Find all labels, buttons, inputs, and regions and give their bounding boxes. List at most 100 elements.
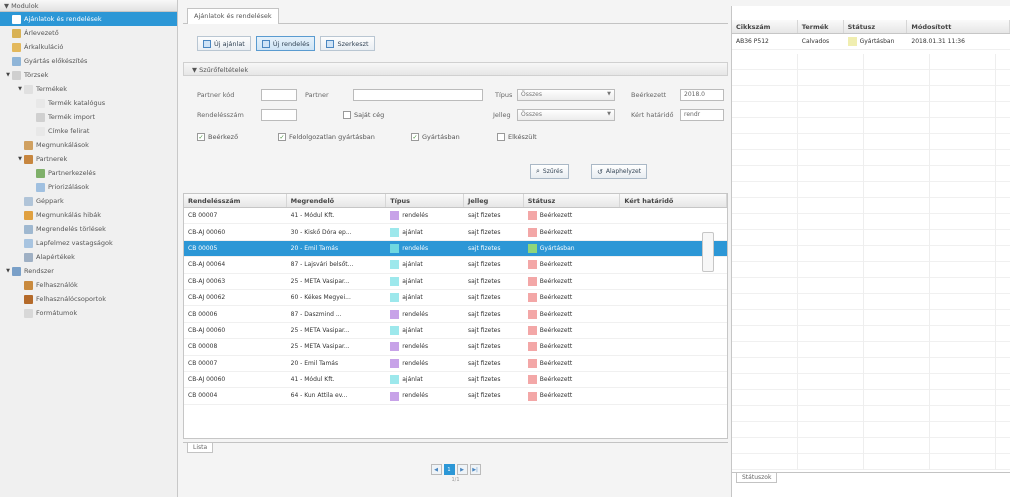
sidebar-item[interactable]: Ajánlatok és rendelések [0,12,177,26]
status-column-header[interactable]: Státusz [844,20,908,33]
new-order-button[interactable]: Új rendelés [255,36,316,51]
sidebar-item[interactable]: Megmunkálások [0,138,177,152]
table-row[interactable]: CB 00007 20 - Emil Tamás rendelés sajt fize… [184,356,727,372]
table-row[interactable]: CB 00006 87 - Daszmind ... rendelés sajt fi… [184,306,727,323]
sidebar-item-label: Termékek [36,85,68,93]
sidebar-item[interactable]: Termék katalógus [0,96,177,110]
sidebar-item[interactable]: Megmunkálás hibák [0,208,177,222]
in-production-checkbox-box: ✓ [278,133,286,141]
status-column-header[interactable]: Cikkszám [732,20,798,33]
status-color-swatch [527,375,537,385]
table-row[interactable]: CB-AJ 00063 25 - META Vasipar... ajánlat sa… [184,274,727,290]
price-icon [12,28,21,38]
current-page-button[interactable]: 1 [443,464,455,475]
expand-toggle-icon[interactable]: ▼ [16,156,24,162]
type-label: rendelés [402,310,429,318]
column-header[interactable]: Jelleg [464,194,524,207]
table-row[interactable]: CB-AJ 00060 25 - META Vasipar... ajánlat sa… [184,323,727,340]
produced-checkbox[interactable]: ✓ Gyártásban [411,133,460,141]
closed-checkbox[interactable]: Elkészült [497,133,537,141]
panel-splitter[interactable] [702,232,714,272]
tab-list[interactable]: Lista [187,443,214,453]
status-table-row[interactable]: AB36 P512 Calvados Gyártásban 2018.01.31 11… [732,34,1010,51]
nature-select-value: Összes [521,111,542,118]
type-select[interactable]: Összes ▼ [517,89,615,101]
sidebar-item[interactable]: Árlevezető [0,26,177,40]
sidebar-item[interactable]: Megrendelés törlések [0,222,177,236]
product-cell: Calvados [801,38,830,46]
table-row[interactable]: CB 00008 25 - META Vasipar... rendelés sajt… [184,339,727,356]
sidebar-item[interactable]: Lapfelmez vastagságok [0,236,177,250]
sidebar-item[interactable]: Termék import [0,110,177,124]
expand-toggle-icon[interactable]: ▼ [4,72,12,78]
nature-select[interactable]: Összes ▼ [517,109,615,121]
catalog-icon [36,98,45,108]
type-color-swatch [390,358,400,368]
table-row[interactable]: CB 00007 41 - Módul Kft. rendelés sajt fize… [184,208,727,225]
reset-button[interactable]: ↺ Alaphelyzet [591,164,648,179]
binoculars-icon: ⌕ [536,167,540,175]
table-row[interactable]: CB-AJ 00064 87 - Lajsvári belsőt... ajánla… [184,257,727,274]
pagination: ◀ 1 ▶ ▶| [183,464,728,475]
sidebar-item[interactable]: Priorizálások [0,180,177,194]
sidebar-item[interactable]: Alapértékek [0,250,177,264]
status-label: Beérkezett [539,326,573,334]
table-row[interactable]: CB 00005 20 - Emil Tamás rendelés sajt fize… [184,240,727,258]
column-header[interactable]: Kért határidő [620,194,727,207]
type-cell: ajánlat [386,224,464,239]
search-button[interactable]: ⌕ Szűrés [530,164,569,179]
table-row[interactable]: CB-AJ 00060 41 - Módul Kft. ajánlat sajt fi… [184,372,727,389]
nature-cell: sajt fizetes [467,392,501,400]
produced-checkbox-box: ✓ [411,133,419,141]
deadline-input[interactable]: rendr [680,109,724,121]
tab-statuses[interactable]: Státuszok [736,473,778,483]
own-company-checkbox[interactable]: Saját cég [343,111,384,119]
sidebar-item[interactable]: ▼ Partnerek [0,152,177,166]
order-number-input[interactable] [261,109,297,121]
expand-toggle-icon[interactable]: ▼ [16,86,24,92]
table-row[interactable]: CB-AJ 00062 60 - Kékes Megyei... ajánlat sa… [184,290,727,307]
status-column-header[interactable]: Termék [798,20,844,33]
received-checkbox[interactable]: ✓ Beérkező [197,133,238,141]
partner-input[interactable] [353,89,483,101]
column-header[interactable]: Státusz [524,194,621,207]
prev-page-button[interactable]: ◀ [430,464,442,475]
received-input[interactable]: 2018.0 [680,89,724,101]
column-header[interactable]: Megrendelő [287,194,387,207]
type-cell: ajánlat [386,372,464,387]
in-production-checkbox[interactable]: ✓ Feldolgozatlan gyártásban [278,133,375,141]
sidebar-item[interactable]: Géppark [0,194,177,208]
status-cell: Beérkezett [524,372,621,387]
last-page-button[interactable]: ▶| [469,464,481,475]
new-offer-button[interactable]: Új ajánlat [197,36,251,51]
sidebar-item-label: Priorizálások [48,183,90,191]
partner-id-input[interactable] [261,89,297,101]
sidebar-item[interactable]: Partnerkezelés [0,166,177,180]
sidebar-item[interactable]: Felhasználók [0,278,177,292]
order-number-cell: CB 00006 [188,310,218,318]
sidebar-item[interactable]: Címke felirat [0,124,177,138]
sidebar-item[interactable]: Gyártás előkészítés [0,54,177,68]
column-header[interactable]: Rendelésszám [184,194,287,207]
sidebar-item[interactable]: Árkalkuláció [0,40,177,54]
type-label: rendelés [402,343,429,351]
sidebar-item[interactable]: Felhasználócsoportok [0,292,177,306]
status-cell: Beérkezett [524,208,621,223]
table-row[interactable]: CB 00004 64 - Kun Attila ev... rendelés saj… [184,388,727,405]
status-column-header[interactable]: Módosított [907,20,1010,33]
column-header[interactable]: Típus [386,194,464,207]
sidebar-item[interactable]: Formátumok [0,306,177,320]
partner-label: Partner [305,91,329,99]
edit-button[interactable]: Szerkeszt [320,36,375,51]
sidebar-item[interactable]: ▼ Termékek [0,82,177,96]
next-page-button[interactable]: ▶ [456,464,468,475]
status-label: Beérkezett [539,261,573,269]
filter-section-header[interactable]: ▼ Szűrőfeltételek [183,62,728,76]
status-cell: Beérkezett [524,224,621,239]
sidebar-item[interactable]: ▼ Törzsek [0,68,177,82]
table-row[interactable]: CB-AJ 00060 30 - Kiskő Dóra ep... ajánlat s… [184,224,727,241]
expand-toggle-icon[interactable]: ▼ [4,268,12,274]
tab-orders[interactable]: Ajánlatok és rendelések [187,8,279,24]
status-cell: Beérkezett [524,356,621,371]
sidebar-item[interactable]: ▼ Rendszer [0,264,177,278]
